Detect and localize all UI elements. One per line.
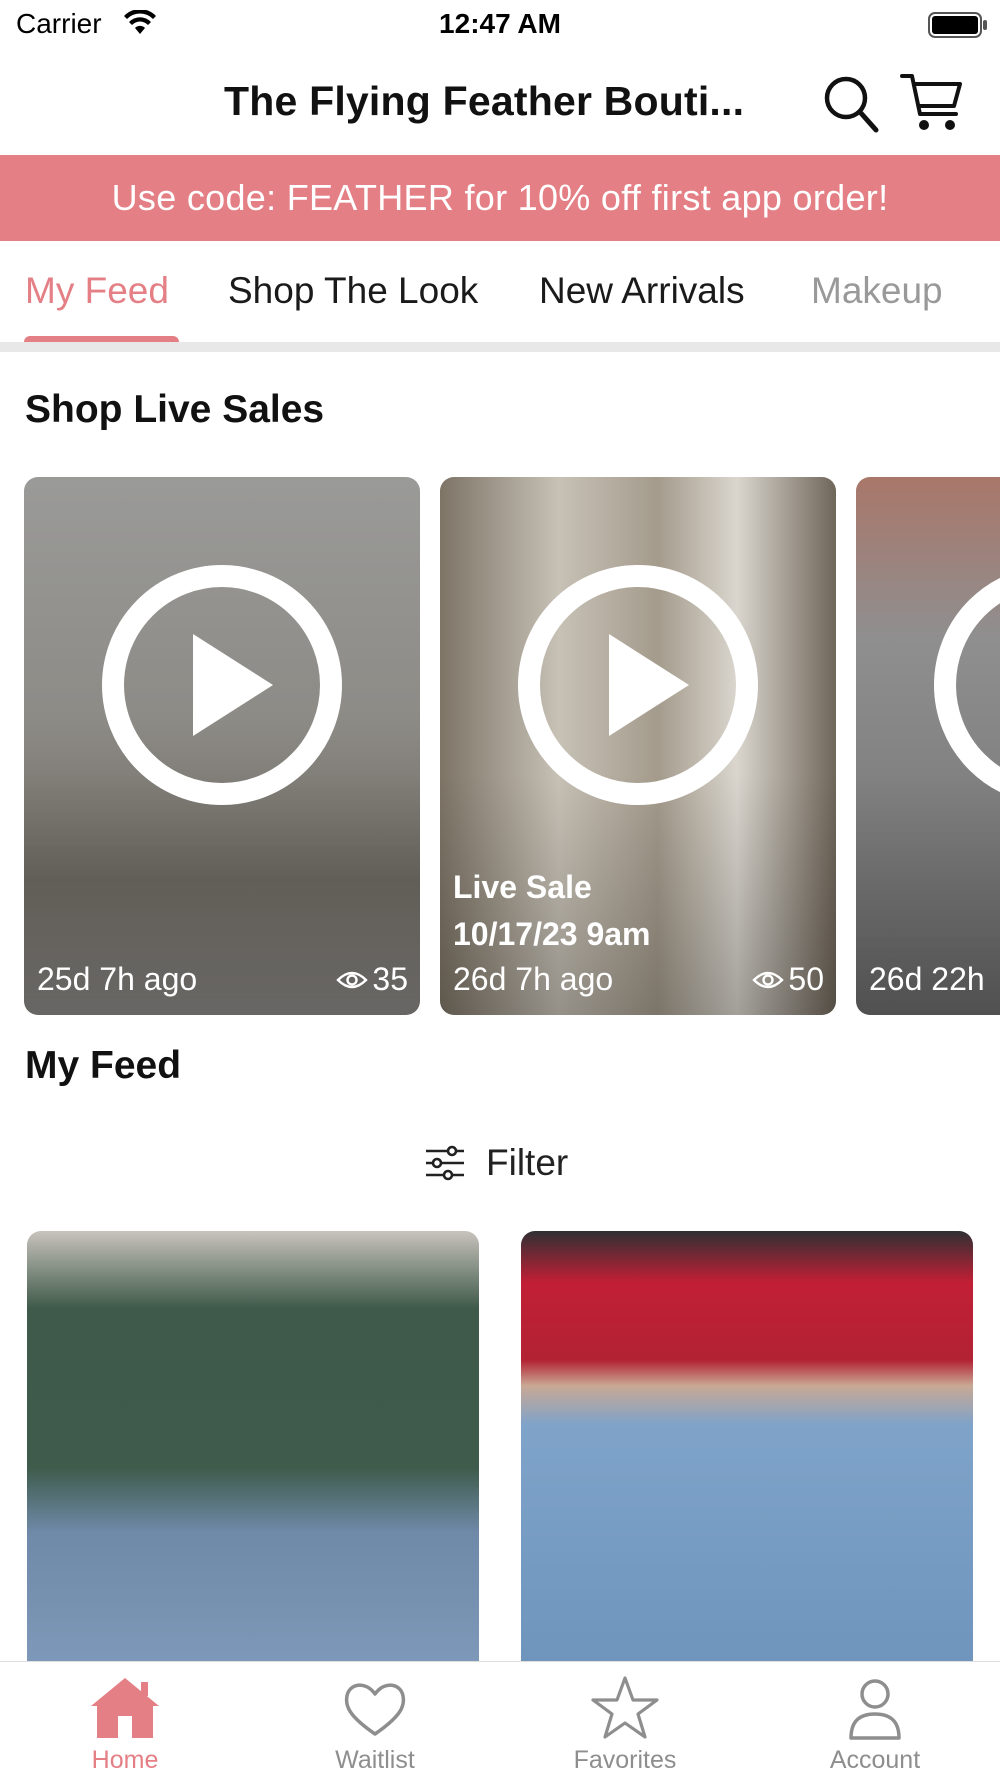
filter-label: Filter bbox=[486, 1142, 569, 1183]
active-tab-indicator bbox=[24, 336, 179, 342]
sliders-icon bbox=[426, 1145, 464, 1181]
promo-text: Use code: FEATHER for 10% off first app … bbox=[111, 177, 889, 218]
live-sale-time: 26d 22h bbox=[869, 961, 985, 997]
category-tabs: My Feed Shop The Look New Arrivals Makeu… bbox=[0, 242, 1000, 352]
live-sales-heading: Shop Live Sales bbox=[25, 388, 325, 431]
product-card-image[interactable] bbox=[27, 1231, 479, 1661]
tabbar-waitlist[interactable]: Waitlist bbox=[250, 1662, 500, 1778]
tab-my-feed[interactable]: My Feed bbox=[25, 270, 169, 312]
live-sale-card[interactable]: Live Sale 10/17/23 9am 26d 7h ago 50 bbox=[440, 477, 836, 1015]
view-count-value: 35 bbox=[372, 961, 408, 997]
view-count: 35 bbox=[336, 961, 408, 998]
eye-icon bbox=[336, 971, 369, 988]
tabbar-label: Account bbox=[829, 1746, 921, 1774]
live-sale-time: 26d 7h ago bbox=[453, 961, 614, 997]
search-icon[interactable] bbox=[822, 72, 880, 134]
status-time: 12:47 AM bbox=[439, 8, 561, 39]
battery-icon bbox=[928, 12, 987, 38]
person-icon bbox=[849, 1679, 901, 1740]
live-sale-card[interactable]: 25d 7h ago 35 bbox=[24, 477, 420, 1015]
cart-icon[interactable] bbox=[900, 70, 964, 134]
live-sale-title: Live Sale 10/17/23 9am bbox=[453, 869, 651, 952]
tabbar-label: Waitlist bbox=[335, 1746, 415, 1774]
filter-button[interactable]: Filter bbox=[424, 1138, 568, 1188]
tabbar-account[interactable]: Account bbox=[750, 1662, 1000, 1778]
tab-new-arrivals[interactable]: New Arrivals bbox=[539, 270, 745, 312]
heart-icon bbox=[344, 1683, 406, 1736]
play-icon[interactable] bbox=[101, 564, 343, 806]
tab-shop-the-look[interactable]: Shop The Look bbox=[228, 270, 478, 312]
tabbar-home[interactable]: Home bbox=[0, 1662, 250, 1778]
tabbar-favorites[interactable]: Favorites bbox=[500, 1662, 750, 1778]
view-count-value: 50 bbox=[788, 961, 824, 997]
product-card-image[interactable] bbox=[521, 1231, 973, 1661]
live-sale-time: 25d 7h ago bbox=[37, 961, 198, 997]
tab-makeup[interactable]: Makeup bbox=[811, 270, 943, 312]
tabbar-label: Favorites bbox=[573, 1746, 677, 1774]
tabbar-label: Home bbox=[91, 1746, 159, 1774]
view-count: 50 bbox=[752, 961, 824, 998]
bottom-tab-bar: Home Waitlist Favorites Account bbox=[0, 1661, 1000, 1778]
feed-heading: My Feed bbox=[25, 1044, 182, 1087]
app-header: The Flying Feather Bouti... bbox=[0, 50, 1000, 154]
play-icon[interactable] bbox=[517, 564, 759, 806]
eye-icon bbox=[752, 971, 785, 988]
promo-banner[interactable]: Use code: FEATHER for 10% off first app … bbox=[0, 155, 1000, 241]
play-icon[interactable] bbox=[933, 564, 1000, 806]
store-title: The Flying Feather Bouti... bbox=[224, 78, 745, 124]
home-icon bbox=[91, 1678, 159, 1738]
live-sale-card[interactable]: 26d 22h bbox=[856, 477, 1000, 1015]
status-bar: Carrier 12:47 AM bbox=[0, 0, 1000, 50]
star-icon bbox=[591, 1676, 659, 1739]
